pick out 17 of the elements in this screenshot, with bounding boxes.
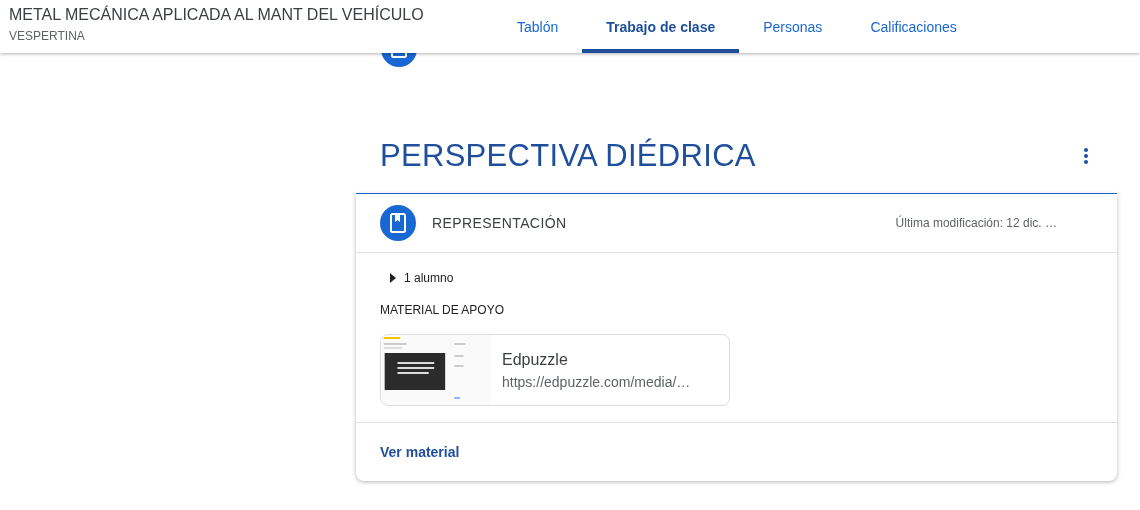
material-title[interactable]: REPRESENTACIÓN: [432, 215, 896, 231]
tab[interactable]: Calificaciones: [846, 0, 981, 53]
tab[interactable]: Trabajo de clase: [582, 0, 740, 53]
topic-title: PERSPECTIVA DIÉDRICA: [380, 137, 757, 174]
students-count: 1 alumno: [404, 271, 454, 285]
tab[interactable]: Tablón: [493, 0, 583, 53]
attachment-title: Edpuzzle: [502, 350, 569, 369]
course-title: METAL MECÁNICA APLICADA AL MANT DEL VEHÍCULO: [9, 6, 425, 24]
view-material-link[interactable]: Ver material: [380, 444, 460, 460]
modified-date: Última modificación: 12 dic. …: [895, 216, 1057, 230]
students-toggle[interactable]: 1 alumno: [380, 267, 454, 289]
tab[interactable]: Personas: [739, 0, 847, 53]
section-label: MATERIAL DE APOYO: [380, 303, 506, 317]
attachment-url: https://edpuzzle.com/media/…: [502, 373, 691, 390]
attachment-card[interactable]: Edpuzzle https://edpuzzle.com/media/…: [380, 334, 730, 406]
course-section: VESPERTINA: [9, 29, 469, 43]
bookmark-book-icon: [380, 205, 416, 241]
